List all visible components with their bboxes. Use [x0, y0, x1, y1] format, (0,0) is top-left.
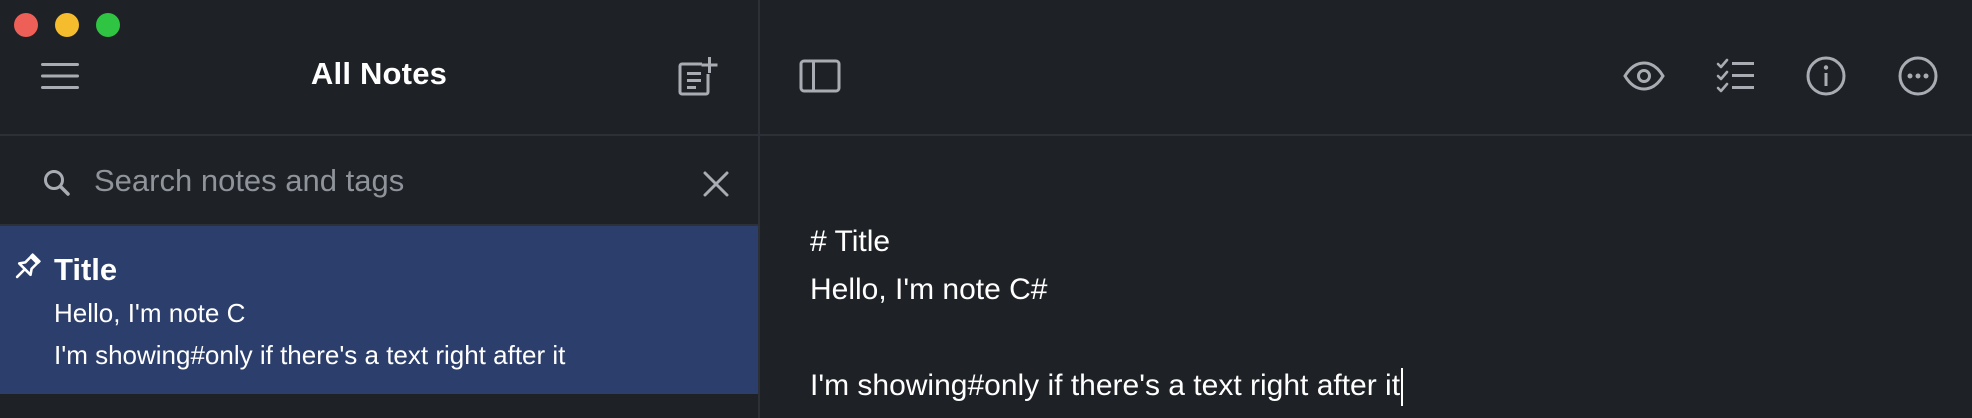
sidebar-header: All Notes	[0, 0, 758, 136]
search-bar	[0, 136, 758, 226]
window-minimize-button[interactable]	[55, 13, 79, 37]
editor-line: Hello, I'm note C#	[810, 273, 1048, 306]
clear-search-button[interactable]	[696, 164, 736, 204]
pin-icon	[15, 253, 41, 279]
app-window: All Notes Search notes and tags Title He…	[0, 0, 1972, 418]
editor-line: # Title	[810, 225, 891, 258]
search-icon	[44, 170, 70, 196]
search-icon-container	[40, 166, 74, 200]
eye-icon	[1623, 61, 1665, 91]
note-preview-line: Hello, I'm note C	[54, 298, 246, 328]
note-preview-line: I'm showing#only if there's a text right…	[54, 340, 566, 370]
editor-toolbar	[760, 0, 1972, 136]
note-title: Title	[54, 252, 118, 287]
more-icon	[1898, 56, 1938, 96]
sidebar-toggle-icon	[799, 59, 841, 93]
window-close-button[interactable]	[14, 13, 38, 37]
new-note-button[interactable]	[674, 54, 720, 100]
info-button[interactable]	[1804, 54, 1848, 98]
list-item[interactable]: Title Hello, I'm note C I'm showing#only…	[0, 226, 758, 394]
preview-button[interactable]	[1622, 56, 1666, 96]
close-icon	[703, 171, 729, 197]
checklist-button[interactable]	[1714, 54, 1758, 98]
notes-sidebar: All Notes Search notes and tags Title He…	[0, 0, 760, 418]
text-caret	[1401, 368, 1404, 407]
info-icon	[1806, 56, 1846, 96]
more-options-button[interactable]	[1896, 54, 1940, 98]
window-maximize-button[interactable]	[96, 13, 120, 37]
window-controls	[14, 13, 120, 37]
note-editor: # Title Hello, I'm note C# I'm showing#o…	[760, 0, 1972, 418]
checklist-icon	[1716, 58, 1754, 93]
editor-line-with-caret: I'm showing#only if there's a text right…	[810, 362, 1930, 410]
new-note-icon	[678, 57, 718, 96]
toggle-sidebar-button[interactable]	[798, 56, 842, 96]
search-input[interactable]	[92, 158, 656, 204]
editor-line-text: I'm showing#only if there's a text right…	[810, 369, 1401, 402]
page-title: All Notes	[310, 56, 448, 91]
note-text-area[interactable]: # Title Hello, I'm note C# I'm showing#o…	[810, 218, 1930, 410]
